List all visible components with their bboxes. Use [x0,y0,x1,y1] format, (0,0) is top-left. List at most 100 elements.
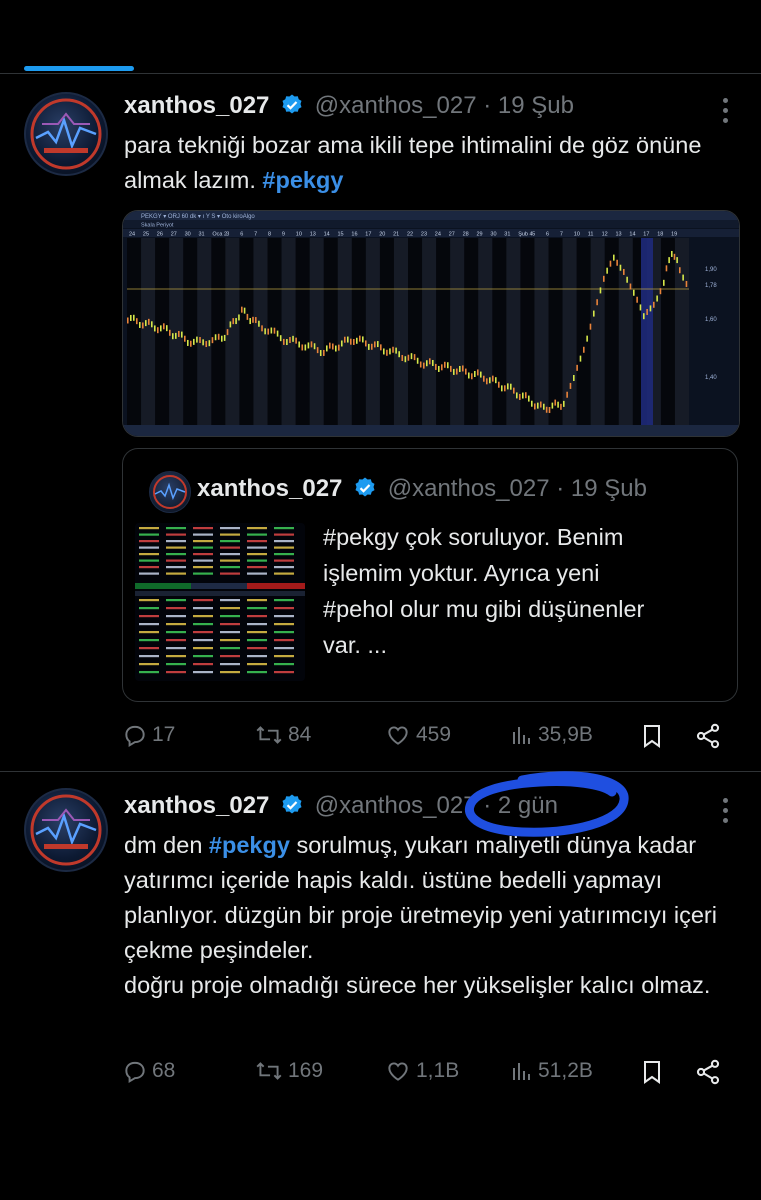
repost-button[interactable]: 84 [254,722,311,748]
hashtag-link[interactable]: #pekgy [209,832,290,858]
candle [589,323,592,330]
candle [208,340,211,347]
thumbnail-cell [166,533,186,536]
more-options-icon[interactable] [723,98,731,128]
candle [270,327,273,334]
more-options-icon[interactable] [723,798,731,828]
avatar[interactable] [24,788,108,872]
display-name[interactable]: xanthos_027 [124,792,269,819]
candle [341,340,343,347]
active-tab-indicator [24,66,134,71]
timestamp[interactable]: · 19 Şub [483,92,574,119]
handle[interactable]: @xanthos_027 [315,792,477,819]
session-band [590,238,605,425]
thumbnail-cell [220,655,240,658]
share-button[interactable] [694,722,722,750]
candle [419,361,422,368]
thumbnail-cell [193,599,213,602]
candle [563,400,565,407]
candle [223,334,226,341]
repost-icon [256,726,282,744]
bookmark-button[interactable] [640,722,664,750]
display-name[interactable]: xanthos_027 [124,92,269,119]
date-tick-label: 14 [629,232,635,238]
views-count: 51,2B [538,1059,593,1082]
chart-image[interactable]: PEKGY ▾ ORJ 60 dk ▾ ı Y S ▾ Oto kiroAlgo… [122,210,740,437]
candle [383,348,385,355]
thumbnail-cell [193,572,213,575]
repost-button[interactable]: 169 [254,1058,323,1084]
quoted-text-line: işlemim yoktur. Ayrıca yeni [323,560,600,586]
handle[interactable]: @xanthos_027 [315,92,477,119]
candle [190,340,192,347]
thumbnail-cell [139,639,159,642]
thumbnail-cell [247,623,267,626]
candle [344,336,346,343]
candle [295,337,297,344]
quoted-tweet[interactable]: xanthos_027 @xanthos_027 · 19 Şub #pekgy… [122,448,738,702]
date-tick-label: 28 [463,232,469,238]
like-button[interactable]: 1,1B [384,1058,459,1084]
price-tick-label: 1,60 [705,317,717,323]
thumbnail-cell [274,639,294,642]
thumbnail-cell [220,599,240,602]
thumbnail-cell [139,533,159,536]
candle [193,338,195,345]
thumbnail-cell [220,639,240,642]
date-tick-label: 16 [351,232,357,238]
thumbnail-cell [139,631,159,634]
quoted-handle: @xanthos_027 [387,475,550,502]
hand-drawn-circle-annotation [464,771,629,837]
thumbnail-cell [166,527,186,530]
candle [540,401,542,408]
thumbnail-cell [166,599,186,602]
date-tick-label: 13 [310,232,316,238]
tweet-text-body: dm den [124,832,209,858]
hashtag-link[interactable]: #pekgy [262,167,343,193]
candle [301,344,304,351]
quoted-thumbnail[interactable] [135,523,305,681]
chart-toolbar: PEKGY ▾ ORJ 60 dk ▾ ı Y S ▾ Oto kiroAlgo [141,214,255,220]
date-tick-label: 30 [185,232,191,238]
reply-button[interactable]: 68 [122,1058,175,1084]
candle [682,274,684,281]
candle [548,407,551,414]
candle [609,260,612,267]
chart-subbar: Skala Periyot [141,223,174,229]
candle [136,318,138,325]
thumbnail-cell [139,607,159,610]
avatar[interactable] [24,92,108,176]
candle [676,257,678,264]
candle [267,328,270,335]
candle [392,346,394,353]
bookmark-icon [644,1061,660,1084]
candle [217,333,220,340]
thumbnail-cell [193,663,213,666]
like-button[interactable]: 459 [384,722,451,748]
quoted-header: xanthos_027 @xanthos_027 · 19 Şub [197,475,647,507]
date-tick-label: 19 [671,232,677,238]
date-tick-label: 3 [226,232,229,238]
candle [145,320,147,327]
candle [184,335,186,342]
thumbnail-cell [193,566,213,569]
views-icon [513,1063,530,1080]
thumbnail-cell [247,533,267,536]
quoted-avatar [149,471,191,513]
candle [232,318,235,325]
reply-count: 68 [152,1059,176,1082]
share-button[interactable] [694,1058,722,1086]
candle [480,371,482,378]
session-band [141,238,156,425]
candle [401,354,404,361]
price-tick-label: 1,40 [705,375,717,381]
thumbnail-cell [274,631,294,634]
views-button[interactable]: 35,9B [510,722,593,748]
candle [264,328,266,335]
reply-button[interactable]: 17 [122,722,175,748]
views-button[interactable]: 51,2B [510,1058,593,1084]
bookmark-button[interactable] [640,1058,664,1086]
thumbnail-cell [193,647,213,650]
date-tick-label: 17 [365,232,371,238]
thumbnail-cell [220,533,240,536]
